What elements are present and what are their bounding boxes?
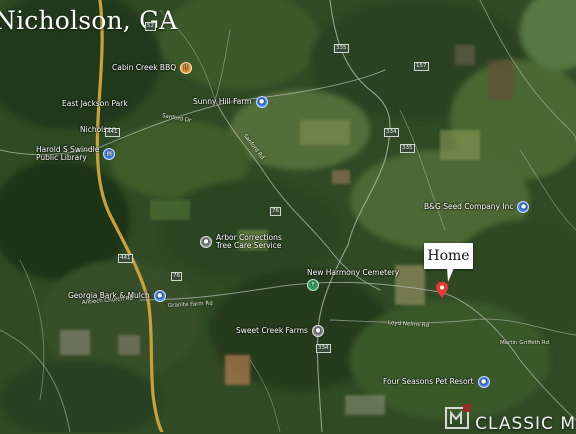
road-shield: 335 [400,144,415,153]
poi-east-jackson-park[interactable]: East Jackson Park [62,100,128,108]
cemetery-pin-icon[interactable]: ✝ [307,279,319,291]
road-shield: 76 [171,272,182,281]
road-shield: 335 [334,44,349,53]
satellite-map[interactable] [0,0,576,432]
road-shield: 334 [384,128,399,137]
poi-label-line: Tree Care Service [216,240,282,250]
home-callout[interactable]: Home [424,243,473,269]
poi-cabin-creek-bbq[interactable]: Cabin Creek BBQ 🍴 [112,62,193,74]
classic-logo: CLASSIC M [443,402,576,434]
poi-label: B&G Seed Company Inc [424,202,514,212]
street-label: Martin Griffeth Rd [500,340,550,346]
poi-sunny-hill-farm[interactable]: Sunny Hill Farm ● [193,96,268,108]
poi-harold-s-swindle-library[interactable]: Harold S Swindle Public Library ▤ [36,146,116,162]
blue-pin-icon[interactable]: ● [153,290,166,302]
road-shield: 441 [118,254,133,263]
poi-label: Sunny Hill Farm [193,97,252,107]
poi-new-harmony-cemetery[interactable]: ✝ New Harmony Cemetery [307,269,399,291]
poi-arbor-corrections[interactable]: ● Arbor Corrections Tree Care Service [200,234,282,250]
road-shield: 441 [105,128,120,137]
logo-text: CLASSIC M [475,414,576,434]
poi-label: New Harmony Cemetery [307,268,400,277]
road-shield: 76 [270,207,281,216]
poi-label: Four Seasons Pet Resort [383,377,474,387]
blue-pin-icon[interactable]: ● [255,96,268,108]
poi-label: East Jackson Park [62,99,128,108]
road-shield: 157 [414,62,429,71]
road-shield: 334 [316,344,331,353]
library-pin-icon[interactable]: ▤ [103,147,116,160]
gray-pin-icon[interactable]: ● [200,235,212,248]
poi-label: Sweet Creek Farms [236,326,308,336]
logo-mark-icon [445,404,472,429]
poi-bg-seed-company[interactable]: B&G Seed Company Inc ● [424,201,530,213]
home-label: Home [427,248,470,264]
blue-pin-icon[interactable]: ● [517,201,530,213]
road-shield: 52 [145,22,156,31]
gray-pin-icon[interactable]: ● [311,325,324,337]
poi-label-line: Public Library [36,152,87,162]
poi-label: Cabin Creek BBQ [112,63,177,73]
home-pin-icon[interactable] [436,282,448,298]
restaurant-pin-icon[interactable]: 🍴 [180,62,193,74]
blue-pin-icon[interactable]: ● [477,376,490,388]
poi-four-seasons-pet-resort[interactable]: Four Seasons Pet Resort ● [383,376,490,388]
poi-sweet-creek-farms[interactable]: Sweet Creek Farms ● [236,325,324,337]
